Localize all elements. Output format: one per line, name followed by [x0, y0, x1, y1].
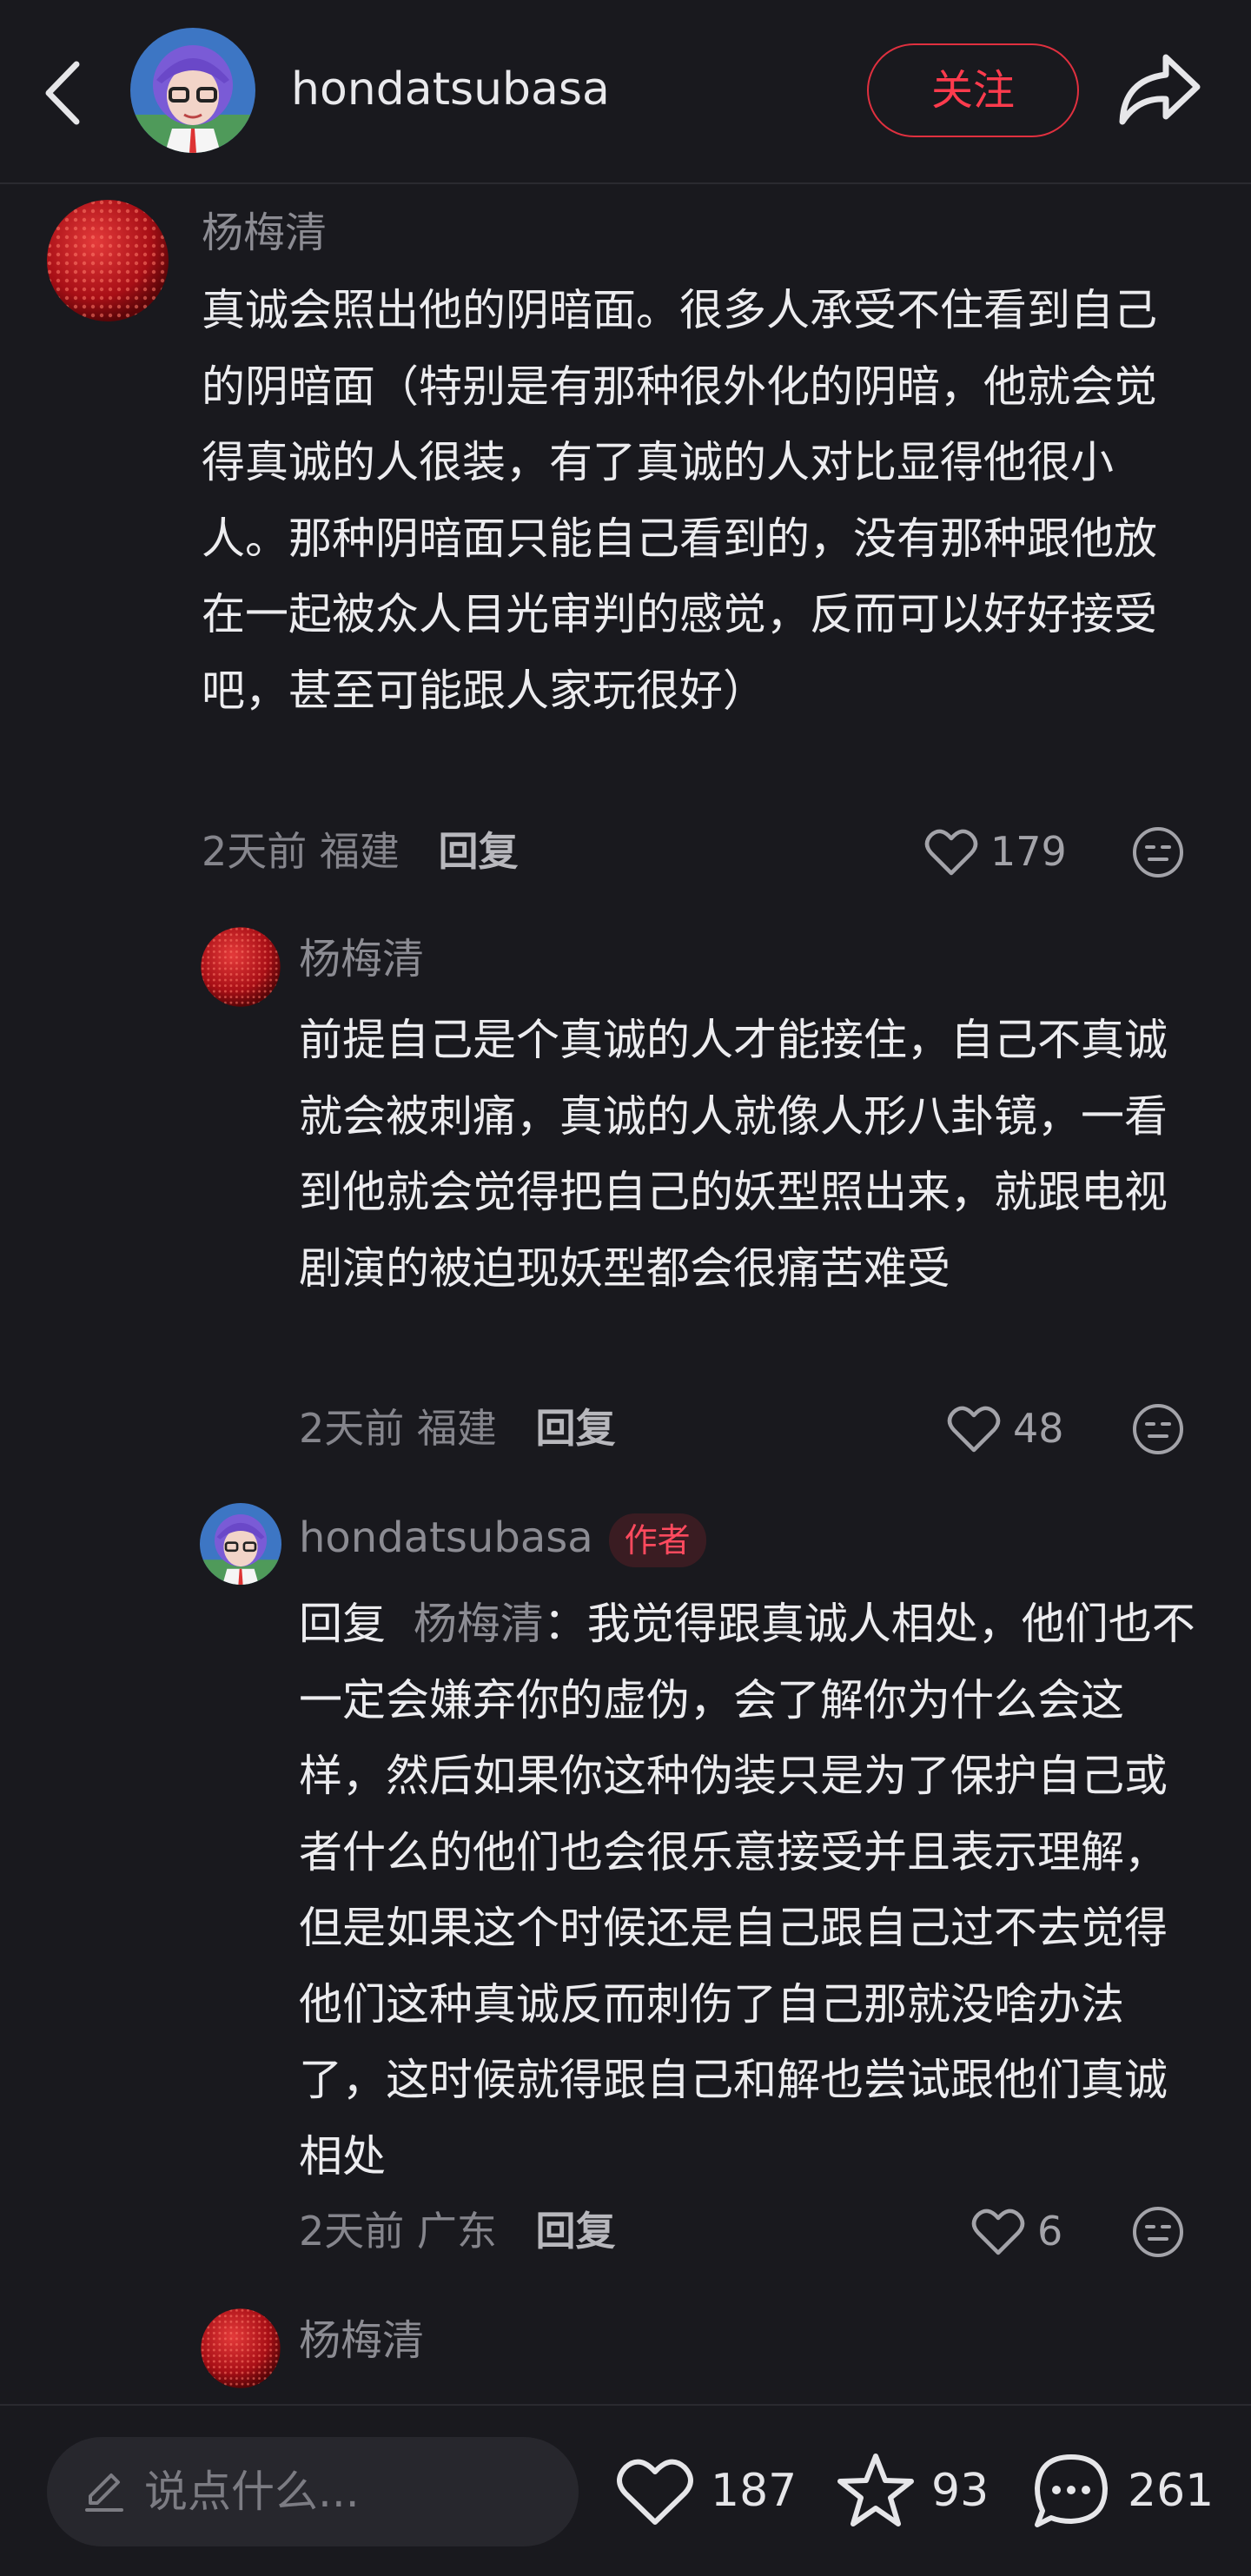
- bayberry-icon: [201, 927, 281, 1007]
- heart-icon: [924, 829, 978, 876]
- author-username[interactable]: hondatsubasa: [291, 57, 610, 122]
- comment-location: 福建: [416, 1405, 497, 1452]
- author-badge: 作者: [608, 1513, 706, 1567]
- bayberry-icon: [47, 200, 169, 321]
- comment-location: 广东: [416, 2208, 497, 2255]
- chevron-left-icon: [45, 61, 80, 125]
- avatar[interactable]: [200, 2308, 281, 2389]
- reply-prefix: 回复: [299, 1599, 386, 1649]
- comment-meta: 2天前 福建 回复: [299, 1402, 616, 1454]
- emoji-face-icon[interactable]: [1131, 825, 1185, 879]
- chat-bubble-icon: [1035, 2454, 1108, 2527]
- emoji-face-icon[interactable]: [1131, 1402, 1185, 1456]
- pencil-icon: [85, 2473, 123, 2512]
- heart-icon: [947, 1406, 1001, 1453]
- share-icon: [1119, 54, 1201, 125]
- like-count: 6: [1037, 2208, 1063, 2255]
- star-icon: [837, 2453, 914, 2526]
- comment-time: 2天前: [299, 1405, 405, 1452]
- avatar-icon: [200, 1503, 281, 1585]
- comment-text: 前提自己是个真诚的人才能接住，自己不真诚就会被刺痛，真诚的人就像人形八卦镜，一看…: [299, 1015, 1168, 1294]
- reply-button[interactable]: 回复: [439, 828, 519, 875]
- like-count: 187: [711, 2465, 798, 2517]
- comment-text: 真诚会照出他的阴暗面。很多人承受不住看到自己的阴暗面（特别是有那种很外化的阴暗，…: [202, 285, 1157, 716]
- comment-count: 261: [1128, 2465, 1215, 2517]
- heart-icon: [971, 2208, 1025, 2255]
- comment-button[interactable]: 261: [1030, 2446, 1214, 2536]
- comment-author[interactable]: hondatsubasa: [299, 1513, 593, 1562]
- back-button[interactable]: [35, 54, 96, 132]
- comment-like-button[interactable]: 6: [971, 2205, 1062, 2257]
- comment-author[interactable]: 杨梅清: [202, 205, 327, 261]
- comment-author-row: hondatsubasa 作者: [299, 1510, 706, 1567]
- like-button[interactable]: 187: [615, 2446, 797, 2536]
- heart-icon: [617, 2459, 693, 2525]
- comment-like-button[interactable]: 48: [947, 1402, 1064, 1454]
- comment-text: 回复 杨梅清：我觉得跟真诚人相处，他们也不一定会嫌弃你的虚伪，会了解你为什么会这…: [299, 1586, 1202, 2195]
- reply-button[interactable]: 回复: [536, 2208, 616, 2255]
- reply-button[interactable]: 回复: [536, 1405, 616, 1452]
- avatar-icon: [130, 28, 255, 153]
- like-count: 179: [990, 828, 1067, 875]
- bottom-action-bar: 说点什么... 187 93 261: [0, 2404, 1251, 2576]
- top-bar: hondatsubasa 关注: [0, 0, 1251, 184]
- like-count: 48: [1013, 1405, 1064, 1452]
- favorite-count: 93: [931, 2465, 990, 2517]
- comment-author[interactable]: 杨梅清: [299, 931, 424, 987]
- comment-input[interactable]: 说点什么...: [47, 2437, 579, 2546]
- author-avatar[interactable]: [200, 1503, 281, 1585]
- comment-body: ：我觉得跟真诚人相处，他们也不一定会嫌弃你的虚伪，会了解你为什么会这样，然后如果…: [299, 1599, 1195, 2182]
- comment-meta: 2天前 广东 回复: [299, 2205, 616, 2257]
- comment-like-button[interactable]: 179: [924, 825, 1067, 877]
- author-avatar[interactable]: [130, 28, 255, 153]
- favorite-button[interactable]: 93: [836, 2446, 989, 2536]
- comment-meta: 2天前 福建 回复: [202, 825, 519, 877]
- avatar[interactable]: [45, 198, 170, 323]
- share-button[interactable]: [1112, 45, 1208, 136]
- follow-button[interactable]: 关注: [867, 43, 1079, 137]
- comment-location: 福建: [319, 828, 400, 875]
- mention-link[interactable]: 杨梅清: [414, 1599, 544, 1649]
- comment-time: 2天前: [299, 2208, 405, 2255]
- comment-time: 2天前: [202, 828, 308, 875]
- comment-input-placeholder: 说点什么...: [144, 2467, 360, 2517]
- bayberry-icon: [201, 2308, 281, 2388]
- avatar[interactable]: [200, 926, 281, 1008]
- comment-author[interactable]: 杨梅清: [299, 2313, 424, 2368]
- emoji-face-icon[interactable]: [1131, 2205, 1185, 2259]
